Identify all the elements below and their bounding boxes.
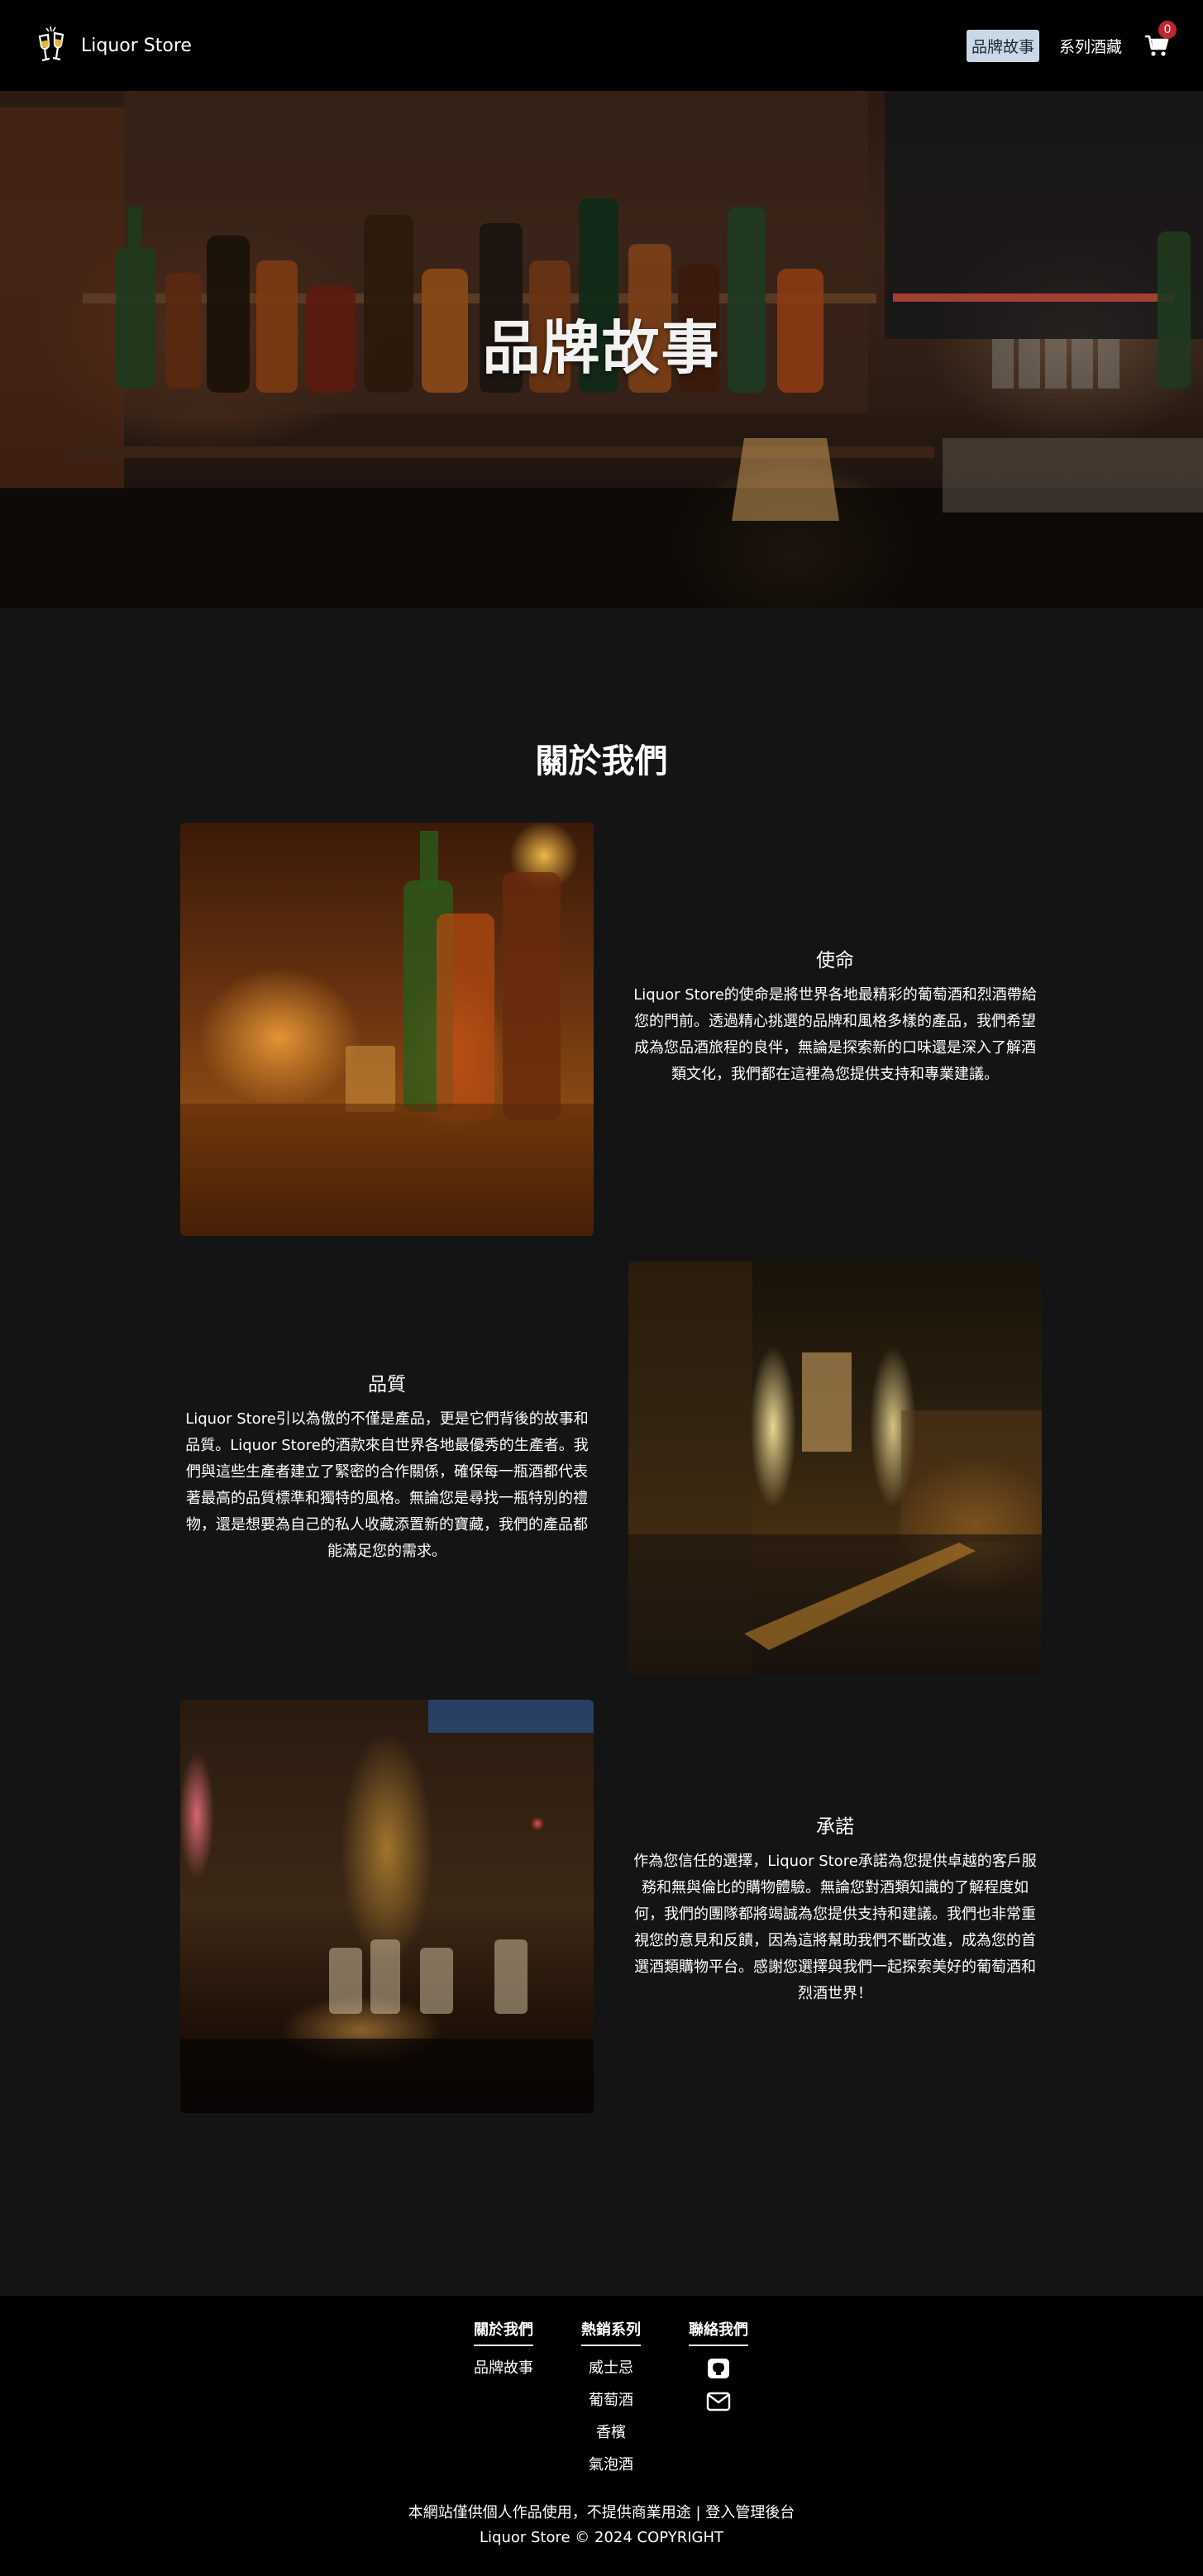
bar-counter-image (180, 823, 594, 1236)
navbar: Liquor Store 品牌故事 系列酒藏 0 (0, 0, 1203, 91)
github-icon[interactable] (706, 2358, 731, 2379)
brand-link[interactable]: Liquor Store (35, 25, 192, 66)
lounge-image (628, 1262, 1042, 1675)
footer-note-line1: 本網站僅供個人作品使用，不提供商業用途 | 登入管理後台 (408, 2504, 795, 2521)
cart-count-badge: 0 (1158, 21, 1177, 39)
cart-button[interactable]: 0 (1142, 21, 1177, 62)
glasses-image (180, 1700, 594, 2113)
nav-link-collection[interactable]: 系列酒藏 (1054, 30, 1127, 62)
footer-note-line2: Liquor Store © 2024 COPYRIGHT (479, 2529, 724, 2546)
champagne-glasses-logo-icon (38, 26, 64, 62)
brand-name: Liquor Store (81, 35, 192, 56)
promise-section: 承諾 作為您信任的選擇，Liquor Store承諾為您提供卓越的客戶服務和無與… (628, 1810, 1042, 2007)
quality-section: 品質 Liquor Store引以為傲的不僅是產品，更是它們背後的故事和品質。L… (180, 1368, 594, 1565)
footer: 關於我們 品牌故事 熱銷系列 威士忌 葡萄酒 香檳 氣泡酒 聯絡我們 本網站僅供… (0, 2296, 1203, 2576)
promise-heading: 承諾 (816, 1816, 854, 1838)
footer-heading-about: 關於我們 (474, 2318, 533, 2346)
bar-counter-illustration (180, 831, 594, 1236)
lounge-illustration (628, 1262, 1042, 1675)
mission-body: Liquor Store的使命是將世界各地最精彩的葡萄酒和烈酒帶給您的門前。透過… (633, 986, 1037, 1083)
glasses-illustration (180, 1700, 594, 2113)
footer-heading-bestsellers: 熱銷系列 (581, 2318, 641, 2346)
hero-banner: 品牌故事 (0, 91, 1203, 608)
mission-section: 使命 Liquor Store的使命是將世界各地最精彩的葡萄酒和烈酒帶給您的門前… (628, 944, 1042, 1088)
footer-column-about: 關於我們 品牌故事 (470, 2318, 537, 2378)
nav-menu: 品牌故事 系列酒藏 0 (966, 21, 1177, 62)
footer-column-bestsellers: 熱銷系列 威士忌 葡萄酒 香檳 氣泡酒 (577, 2318, 645, 2475)
hero-title: 品牌故事 (482, 314, 721, 382)
footer-link-champagne[interactable]: 香檳 (577, 2423, 645, 2443)
footer-heading-contact: 聯絡我們 (689, 2318, 748, 2346)
footer-link-brand-story[interactable]: 品牌故事 (470, 2359, 537, 2378)
quality-heading: 品質 (368, 1374, 406, 1395)
footer-link-whisky[interactable]: 威士忌 (577, 2359, 645, 2378)
about-section-title: 關於我們 (535, 742, 668, 780)
mission-heading: 使命 (816, 950, 854, 971)
footer-column-contact: 聯絡我們 (685, 2318, 752, 2412)
envelope-icon[interactable] (706, 2391, 731, 2412)
nav-link-brand-story[interactable]: 品牌故事 (966, 29, 1039, 62)
footer-link-sparkling[interactable]: 氣泡酒 (577, 2455, 645, 2475)
footer-copyright: 本網站僅供個人作品使用，不提供商業用途 | 登入管理後台 Liquor Stor… (0, 2501, 1203, 2550)
promise-body: 作為您信任的選擇，Liquor Store承諾為您提供卓越的客戶服務和無與倫比的… (633, 1853, 1037, 2002)
quality-body: Liquor Store引以為傲的不僅是產品，更是它們背後的故事和品質。Liqu… (185, 1410, 589, 1560)
footer-link-wine[interactable]: 葡萄酒 (577, 2391, 645, 2411)
